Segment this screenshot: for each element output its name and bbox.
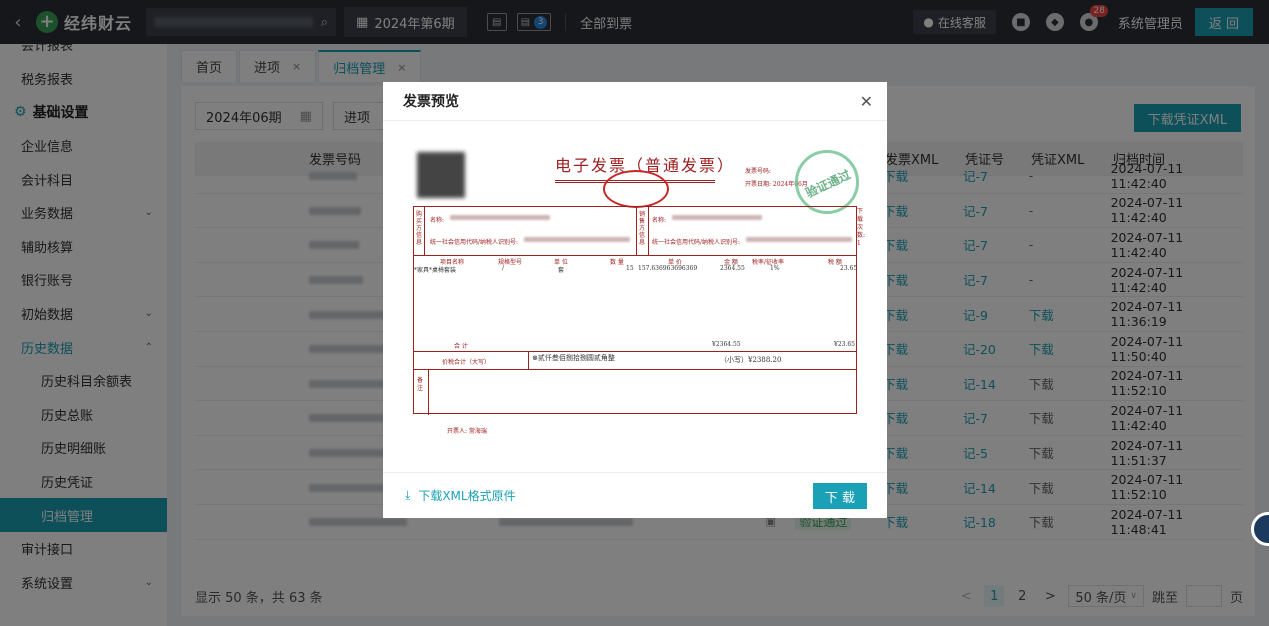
grand-total-label: 价税合计（大写） [442, 359, 491, 366]
invoice-body: 购买方信息 销售方信息 名称: 统一社会信用代码/纳税人识别号: 名称: 统一社… [413, 206, 858, 415]
download-xml-original-link[interactable]: ⤓ 下载XML格式原件 [405, 487, 516, 504]
divider [636, 207, 637, 255]
redacted [450, 215, 550, 220]
divider [414, 369, 856, 370]
download-count-side: 下载次数: 1 [857, 208, 866, 247]
redacted [672, 215, 762, 220]
buyer-name-label: 名称: [430, 217, 445, 224]
item-rate: 1% [770, 265, 780, 272]
invoice-preview-modal: 发票预览 ✕ 电子发票（普通发票） 发票号码: 开票日期: 2024年06月 验… [383, 82, 887, 518]
download-icon: ⤓ [405, 488, 411, 502]
total-label: 合 计 [454, 343, 468, 350]
drawer-label: 开票人: 常海瑞 [447, 428, 487, 435]
buyer-taxid-label: 统一社会信用代码/纳税人识别号: [430, 239, 519, 246]
tax-seal [603, 170, 669, 208]
remark-label: 备 注 [417, 377, 424, 392]
invoice-no-label: 发票号码: [745, 168, 772, 175]
item-unit: 套 [558, 267, 565, 274]
divider [648, 207, 649, 255]
item-name: *家具*桌椅套装 [414, 267, 457, 274]
item-tax: 23.65 [840, 265, 858, 272]
modal-header: 发票预览 ✕ [383, 82, 887, 121]
qr-code [417, 152, 465, 198]
seller-name-label: 名称: [652, 217, 667, 224]
total-tax: ¥23.65 [834, 341, 855, 348]
item-qty: 15 [626, 265, 634, 272]
divider [528, 351, 529, 369]
item-price: 157.636963696369 [638, 265, 698, 272]
total-amount: ¥2364.55 [712, 341, 741, 348]
divider [414, 255, 856, 256]
redacted [524, 237, 630, 242]
seller-section: 销售方信息 [639, 211, 646, 246]
redacted [746, 237, 852, 242]
col-qty: 数 量 [610, 259, 624, 266]
invoice-image: 电子发票（普通发票） 发票号码: 开票日期: 2024年06月 验证通过 下载次… [403, 140, 869, 440]
seller-taxid-label: 统一社会信用代码/纳税人识别号: [652, 239, 741, 246]
verified-stamp: 验证通过 [795, 150, 859, 214]
modal-title: 发票预览 [403, 94, 459, 110]
grand-total-lower: （小写）¥2388.20 [720, 356, 782, 364]
grand-total-upper: ⊗贰仟叁佰捌拾捌圆贰角整 [532, 354, 615, 362]
verified-stamp-text: 验证通过 [803, 167, 853, 201]
item-amount: 2364.55 [720, 265, 745, 272]
buyer-section: 购买方信息 [416, 211, 423, 246]
download-button[interactable]: 下 载 [813, 483, 867, 509]
divider [414, 351, 856, 352]
download-xml-label: 下载XML格式原件 [418, 489, 516, 503]
close-icon[interactable]: ✕ [860, 92, 873, 111]
item-spec: / [502, 265, 505, 272]
divider [428, 369, 429, 415]
modal-footer: ⤓ 下载XML格式原件 下 载 [383, 472, 887, 518]
divider [424, 207, 425, 255]
